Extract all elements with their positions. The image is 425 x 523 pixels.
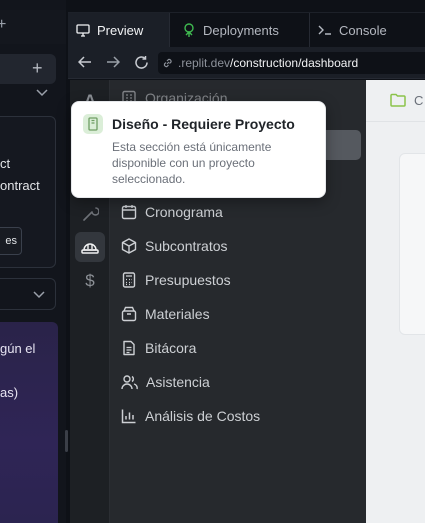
menu-item-presupuestos-label: Presupuestos — [145, 272, 231, 288]
breadcrumb-text: C — [414, 93, 424, 108]
tab-deployments-label: Deployments — [203, 22, 279, 38]
left-side-panel: + + ct ontract es gún el as) — [0, 0, 66, 523]
menu-item-materiales-label: Materiales — [145, 306, 210, 322]
panel-resize-handle[interactable] — [65, 430, 68, 452]
card-button[interactable]: es — [0, 227, 22, 255]
tooltip-title: Diseño - Requiere Proyecto — [112, 116, 295, 132]
menu-item-cronograma[interactable]: Cronograma — [121, 204, 223, 220]
menu-item-subcontratos-label: Subcontratos — [145, 238, 228, 254]
back-arrow-icon[interactable] — [77, 55, 92, 72]
left-panel-collapsed-row[interactable] — [0, 278, 56, 310]
url-path: /construction/dashboard — [230, 56, 359, 70]
url-host: .replit.dev — [178, 56, 231, 70]
users-icon — [121, 375, 138, 390]
bar-chart-icon — [121, 409, 136, 424]
deployments-icon — [184, 22, 194, 37]
box-icon — [121, 306, 137, 322]
address-bar: .replit.dev/construction/dashboard — [68, 47, 425, 79]
calculator-icon — [122, 272, 136, 288]
new-item-plus-icon[interactable]: + — [32, 58, 43, 79]
link-icon — [162, 52, 174, 77]
tooltip-body: Esta sección está únicamente disponible … — [112, 140, 272, 186]
dollar-icon[interactable]: $ — [75, 266, 105, 296]
menu-item-analisis-costos-label: Análisis de Costos — [145, 408, 261, 424]
document-icon — [123, 340, 135, 356]
tab-console-label: Console — [339, 22, 387, 38]
preview-icon — [76, 23, 90, 37]
tab-preview-label: Preview — [97, 22, 144, 38]
url-field[interactable]: .replit.dev/construction/dashboard — [158, 52, 425, 74]
tab-preview[interactable]: Preview — [68, 13, 170, 47]
card-text-line2: ontract — [0, 178, 40, 193]
menu-item-asistencia[interactable]: Asistencia — [121, 374, 210, 390]
menu-item-cronograma-label: Cronograma — [145, 204, 223, 220]
wrench-icon[interactable] — [75, 198, 105, 228]
tab-console[interactable]: Console — [310, 13, 425, 47]
console-icon — [318, 25, 331, 35]
forward-arrow-icon[interactable] — [106, 55, 121, 72]
menu-item-presupuestos[interactable]: Presupuestos — [121, 272, 231, 288]
chevron-down-icon-2[interactable] — [33, 288, 45, 302]
agent-text-line1: gún el — [0, 341, 36, 356]
reload-icon[interactable] — [134, 55, 149, 73]
content-card — [399, 153, 425, 335]
folder-icon — [390, 93, 406, 112]
menu-item-asistencia-label: Asistencia — [146, 374, 210, 390]
chevron-down-icon[interactable] — [36, 86, 48, 100]
menu-item-subcontratos[interactable]: Subcontratos — [121, 238, 228, 254]
tooltip-design-requires-project: Diseño - Requiere Proyecto Esta sección … — [71, 101, 326, 198]
menu-item-analisis-costos[interactable]: Análisis de Costos — [121, 408, 260, 424]
agent-text-line2: as) — [0, 385, 19, 400]
pencil-ruler-icon — [83, 114, 103, 134]
menu-item-bitacora-label: Bitácora — [145, 340, 197, 356]
calendar-icon — [121, 205, 137, 220]
tab-deployments[interactable]: Deployments — [170, 13, 310, 47]
add-icon[interactable]: + — [0, 16, 6, 34]
construction-helmet-icon[interactable] — [75, 232, 105, 262]
left-panel-header — [0, 54, 56, 84]
screen: + + ct ontract es gún el as) Preview Dep… — [0, 0, 425, 523]
card-text-line1: ct — [0, 156, 11, 171]
menu-item-bitacora[interactable]: Bitácora — [121, 340, 196, 356]
package-icon — [121, 238, 137, 254]
menu-item-materiales[interactable]: Materiales — [121, 306, 210, 322]
tab-bar: Preview Deployments Console — [68, 12, 425, 47]
breadcrumb: C — [366, 80, 425, 122]
left-panel-top-strip — [0, 10, 66, 44]
main-content: C — [366, 80, 425, 523]
